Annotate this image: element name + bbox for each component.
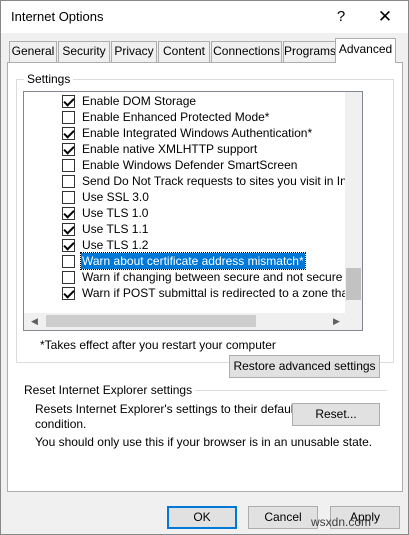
setting-label: Send Do Not Track requests to sites you … bbox=[82, 174, 363, 188]
setting-label: Enable Windows Defender SmartScreen bbox=[82, 158, 298, 172]
cancel-button[interactable]: Cancel bbox=[248, 506, 318, 529]
checkbox-unchecked-icon[interactable] bbox=[62, 271, 75, 284]
tab-programs[interactable]: Programs bbox=[283, 41, 337, 62]
horizontal-scroll-thumb[interactable] bbox=[46, 315, 256, 327]
checkbox-checked-icon[interactable] bbox=[62, 287, 75, 300]
tab-privacy[interactable]: Privacy bbox=[111, 41, 157, 62]
setting-label: Enable DOM Storage bbox=[82, 94, 197, 108]
setting-label: Use TLS 1.1 bbox=[82, 222, 149, 236]
setting-label: Use TLS 1.2 bbox=[82, 238, 149, 252]
scroll-left-arrow-icon[interactable]: ◀ bbox=[26, 313, 43, 330]
reset-legend: Reset Internet Explorer settings bbox=[21, 383, 196, 397]
vertical-scroll-thumb[interactable] bbox=[346, 268, 361, 300]
restart-note: *Takes effect after you restart your com… bbox=[40, 338, 276, 352]
checkbox-checked-icon[interactable] bbox=[62, 143, 75, 156]
vertical-scrollbar[interactable] bbox=[345, 92, 362, 314]
checkbox-unchecked-icon[interactable] bbox=[62, 159, 75, 172]
settings-legend: Settings bbox=[24, 72, 74, 86]
setting-label: Warn if POST submittal is redirected to … bbox=[82, 286, 363, 300]
checkbox-checked-icon[interactable] bbox=[62, 207, 75, 220]
tab-advanced[interactable]: Advanced bbox=[335, 38, 396, 63]
setting-label: Enable Integrated Windows Authentication… bbox=[82, 126, 313, 140]
setting-label: Enable native XMLHTTP support bbox=[82, 142, 258, 156]
checkbox-unchecked-icon[interactable] bbox=[62, 111, 75, 124]
horizontal-scrollbar[interactable]: ◀ ▶ bbox=[24, 313, 362, 330]
setting-label: Enable Enhanced Protected Mode* bbox=[82, 110, 270, 124]
help-button[interactable]: ? bbox=[319, 1, 363, 33]
tab-connections[interactable]: Connections bbox=[211, 41, 282, 62]
scroll-right-arrow-icon[interactable]: ▶ bbox=[328, 313, 345, 330]
close-button[interactable]: ✕ bbox=[363, 1, 407, 33]
checkbox-checked-icon[interactable] bbox=[62, 223, 75, 236]
settings-tree[interactable]: Enable DOM Storage Enable Enhanced Protec… bbox=[23, 91, 363, 331]
internet-options-dialog: Internet Options ? ✕ General Security Pr… bbox=[0, 0, 409, 535]
tab-security[interactable]: Security bbox=[58, 41, 110, 62]
checkbox-unchecked-icon[interactable] bbox=[62, 255, 75, 268]
title-bar: Internet Options ? ✕ bbox=[1, 1, 408, 33]
watermark: wsxdn.com bbox=[311, 515, 372, 529]
tab-content[interactable]: Content bbox=[158, 41, 210, 62]
tab-general[interactable]: General bbox=[9, 41, 57, 62]
setting-label: Use SSL 3.0 bbox=[82, 190, 149, 204]
reset-warning: You should only use this if your browser… bbox=[35, 435, 373, 449]
reset-button[interactable]: Reset... bbox=[292, 403, 380, 426]
reset-description-line1: Resets Internet Explorer's settings to t… bbox=[35, 402, 297, 416]
reset-description-line2: condition. bbox=[35, 417, 87, 431]
tab-strip: General Security Privacy Content Connect… bbox=[7, 38, 403, 63]
checkbox-checked-icon[interactable] bbox=[62, 95, 75, 108]
checkbox-unchecked-icon[interactable] bbox=[62, 191, 75, 204]
checkbox-checked-icon[interactable] bbox=[62, 239, 75, 252]
checkbox-unchecked-icon[interactable] bbox=[62, 175, 75, 188]
checkbox-checked-icon[interactable] bbox=[62, 127, 75, 140]
restore-advanced-settings-button[interactable]: Restore advanced settings bbox=[229, 355, 380, 378]
setting-label: Warn if changing between secure and not … bbox=[82, 270, 363, 284]
window-title: Internet Options bbox=[11, 9, 104, 24]
ok-button[interactable]: OK bbox=[167, 506, 237, 529]
setting-label: Warn about certificate address mismatch* bbox=[80, 252, 306, 270]
setting-label: Use TLS 1.0 bbox=[82, 206, 149, 220]
